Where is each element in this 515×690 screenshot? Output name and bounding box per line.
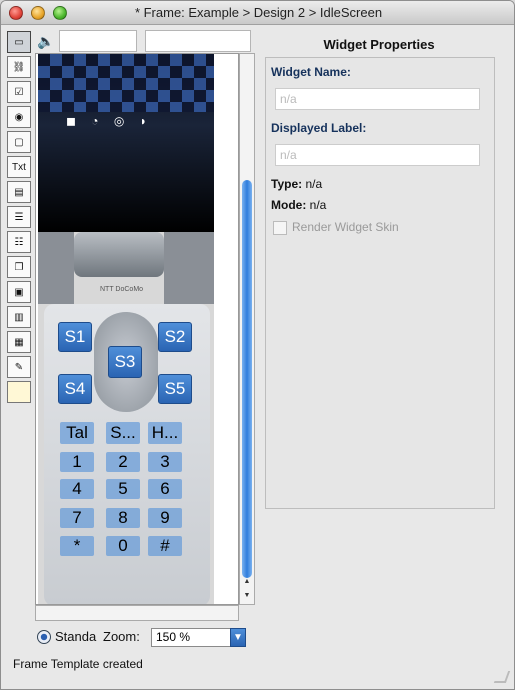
properties-title: Widget Properties xyxy=(323,37,435,52)
link-tool[interactable]: ⛓ xyxy=(7,56,31,78)
key-star[interactable]: * xyxy=(60,536,94,556)
phone-hinge xyxy=(74,232,164,277)
widget-name-label: Widget Name: xyxy=(271,65,351,79)
key-9[interactable]: 9 xyxy=(148,508,182,528)
paint-tool[interactable]: ✎ xyxy=(7,356,31,378)
brand-logo: NTT DoCoMo xyxy=(100,286,144,293)
zoom-dropdown-icon[interactable]: ▼ xyxy=(230,628,246,647)
note-tool[interactable] xyxy=(7,381,31,403)
widget-toolbar: ▭ ⛓ ☑ ◉ ▢ Txt ▤ ☰ ☷ ❐ ▣ ▥ ▦ ✎ xyxy=(7,31,33,406)
softkey-s5[interactable]: S5 xyxy=(158,374,192,404)
type-value: n/a xyxy=(305,177,323,191)
displayed-label-label: Displayed Label: xyxy=(271,121,367,135)
list-tool[interactable]: ☰ xyxy=(7,206,31,228)
key-hash[interactable]: # xyxy=(148,536,182,556)
mode-row: Mode: n/a xyxy=(271,198,326,212)
document-tool[interactable]: ▣ xyxy=(7,281,31,303)
list-tool-2[interactable]: ☷ xyxy=(7,231,31,253)
main-window: * Frame: Example > Design 2 > IdleScreen… xyxy=(0,0,515,690)
key-1[interactable]: 1 xyxy=(60,452,94,472)
widget-name-input[interactable]: n/a xyxy=(275,88,480,110)
screen-wallpaper xyxy=(38,54,214,112)
duplicate-tool[interactable]: ❐ xyxy=(7,256,31,278)
canvas-vertical-scrollbar[interactable]: ▲ ▼ xyxy=(239,53,255,605)
mode-value: n/a xyxy=(309,198,327,212)
radio-tool-icon: ◉ xyxy=(14,111,24,123)
zoom-label: Zoom: xyxy=(103,629,140,644)
key-5[interactable]: 5 xyxy=(106,479,140,499)
document-tool-icon: ▣ xyxy=(14,286,24,298)
mode-label: Mode: xyxy=(271,198,307,212)
title-bar[interactable]: * Frame: Example > Design 2 > IdleScreen xyxy=(1,1,514,25)
top-field-left[interactable] xyxy=(59,30,137,52)
panel-tool[interactable]: ▤ xyxy=(7,181,31,203)
key-talk[interactable]: Tal xyxy=(60,422,94,444)
rectangle-tool[interactable]: ▭ xyxy=(7,31,31,53)
checkbox-tool-icon: ☑ xyxy=(14,86,24,98)
panel-tool-icon: ▤ xyxy=(14,186,24,198)
standard-radio-label: Standa xyxy=(55,629,97,644)
softkey-s3[interactable]: S3 xyxy=(108,346,142,378)
duplicate-tool-icon: ❐ xyxy=(14,261,24,273)
frame-tool[interactable]: ▢ xyxy=(7,131,31,153)
design-canvas[interactable]: ◼ ◔ ◎ ◗ NTT DoCoMo S1 S2 S3 S4 S5 Tal S.… xyxy=(35,53,239,605)
table-tool-icon: ▦ xyxy=(14,336,24,348)
list-tool-2-icon: ☷ xyxy=(14,236,24,248)
table-tool[interactable]: ▦ xyxy=(7,331,31,353)
checkbox-tool[interactable]: ☑ xyxy=(7,81,31,103)
key-0[interactable]: 0 xyxy=(106,536,140,556)
scroll-down-arrow-icon[interactable]: ▼ xyxy=(242,592,252,602)
render-skin-label: Render Widget Skin xyxy=(292,220,399,234)
key-4[interactable]: 4 xyxy=(60,479,94,499)
resize-grip-icon[interactable] xyxy=(493,671,511,683)
scroll-up-arrow-icon[interactable]: ▲ xyxy=(242,578,252,588)
standard-radio[interactable] xyxy=(37,630,51,644)
list-tool-icon: ☰ xyxy=(14,211,24,223)
text-tool[interactable]: Txt xyxy=(7,156,31,178)
render-skin-checkbox[interactable] xyxy=(273,221,287,235)
link-tool-icon: ⛓ xyxy=(12,61,26,73)
phone-side-right xyxy=(164,232,214,304)
phone-screen: ◼ ◔ ◎ ◗ xyxy=(38,54,214,232)
status-bar-text: Frame Template created xyxy=(13,657,143,671)
softkey-s2[interactable]: S2 xyxy=(158,322,192,352)
document-tool-2-icon: ▥ xyxy=(14,311,24,323)
type-label: Type: xyxy=(271,177,303,191)
key-7[interactable]: 7 xyxy=(60,508,94,528)
top-field-right[interactable] xyxy=(145,30,251,52)
radio-tool[interactable]: ◉ xyxy=(7,106,31,128)
document-tool-2[interactable]: ▥ xyxy=(7,306,31,328)
softkey-s1[interactable]: S1 xyxy=(58,322,92,352)
softkey-s4[interactable]: S4 xyxy=(58,374,92,404)
key-6[interactable]: 6 xyxy=(148,479,182,499)
key-3[interactable]: 3 xyxy=(148,452,182,472)
rectangle-tool-icon: ▭ xyxy=(14,36,24,48)
canvas-horizontal-scrollbar[interactable] xyxy=(35,605,239,621)
frame-tool-icon: ▢ xyxy=(14,136,24,148)
speaker-icon: 🔈 xyxy=(37,33,55,49)
screen-status-icons: ◼ ◔ ◎ ◗ xyxy=(66,114,153,128)
displayed-label-input[interactable]: n/a xyxy=(275,144,480,166)
scrollbar-thumb[interactable] xyxy=(242,180,252,578)
key-8[interactable]: 8 xyxy=(106,508,140,528)
key-hangup[interactable]: H... xyxy=(148,422,182,444)
phone-skin: ◼ ◔ ◎ ◗ NTT DoCoMo S1 S2 S3 S4 S5 Tal S.… xyxy=(38,54,214,604)
key-soft-middle[interactable]: S... xyxy=(106,422,140,444)
key-2[interactable]: 2 xyxy=(106,452,140,472)
text-tool-label: Txt xyxy=(12,161,26,173)
type-row: Type: n/a xyxy=(271,177,322,191)
paint-tool-icon: ✎ xyxy=(14,361,24,373)
phone-side-left xyxy=(38,232,74,304)
window-title: * Frame: Example > Design 2 > IdleScreen xyxy=(134,5,383,20)
